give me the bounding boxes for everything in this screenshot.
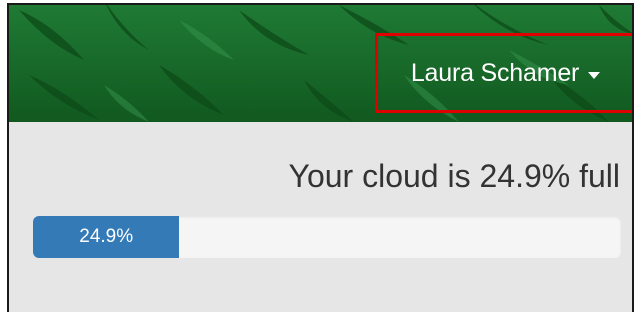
user-menu-button[interactable]: Laura Schamer: [375, 33, 632, 113]
storage-usage-text: Your cloud is 24.9% full: [288, 158, 620, 194]
storage-progress-label: 24.9%: [79, 226, 134, 247]
app-window: Laura Schamer Your cloud is 24.9% full 2…: [7, 3, 634, 312]
storage-progress-fill: 24.9%: [33, 216, 180, 258]
user-name-label: Laura Schamer: [410, 58, 580, 87]
storage-panel: Your cloud is 24.9% full 24.9%: [9, 122, 632, 312]
top-header: Laura Schamer: [9, 5, 632, 122]
chevron-down-icon: [588, 71, 601, 79]
storage-progress-bar: 24.9%: [33, 216, 621, 258]
